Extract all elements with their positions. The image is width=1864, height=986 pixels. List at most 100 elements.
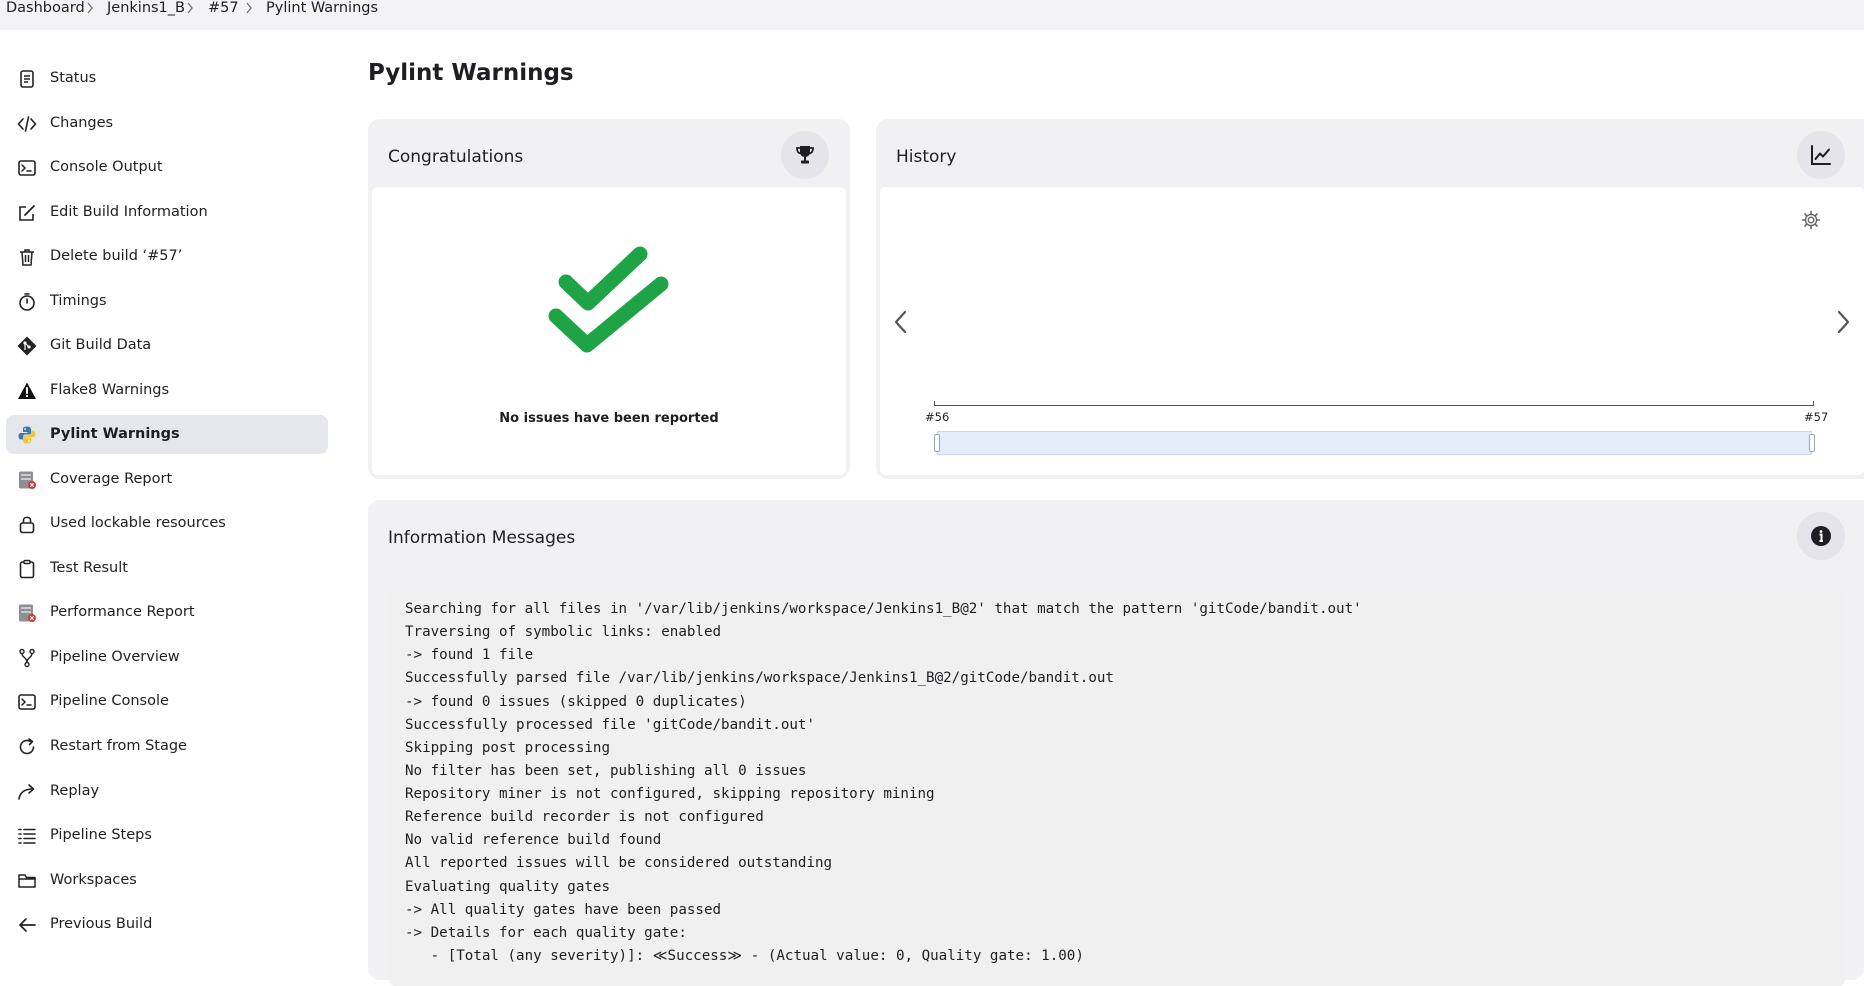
breadcrumb-dashboard[interactable]: Dashboard [6,0,85,17]
sidebar-item-coverage-report[interactable]: Coverage Report [6,460,328,499]
performance-report-icon [17,603,37,623]
timeline-tick-start [934,401,935,406]
sidebar-item-label: Console Output [50,159,163,175]
warning-icon [17,381,37,401]
log-line: -> found 1 file [405,647,534,663]
timeline-tick-end [1813,401,1814,406]
lock-icon [17,514,37,534]
sidebar-item-test-result[interactable]: Test Result [6,549,328,588]
sidebar-item-label: Coverage Report [50,471,173,487]
branch-icon [17,648,37,668]
info-button[interactable] [1797,512,1845,560]
no-issues-message: No issues have been reported [499,411,719,426]
sidebar-item-pipeline-steps[interactable]: Pipeline Steps [6,816,328,855]
sidebar-item-timings[interactable]: Timings [6,282,328,321]
terminal-icon [17,158,37,178]
info-icon [1811,526,1831,546]
sidebar-item-label: Pylint Warnings [50,426,180,442]
arrow-left-icon [17,915,37,935]
information-messages-title: Information Messages [388,528,576,548]
breadcrumb-build[interactable]: #57 [208,0,239,17]
history-title: History [896,147,957,167]
sidebar-item-delete-build[interactable]: Delete build ‘#57’ [6,237,328,276]
chevron-right-icon [245,2,253,14]
log-line: -> All quality gates have been passed [405,902,722,918]
sidebar-item-label: Delete build ‘#57’ [50,248,183,264]
log-line: No valid reference build found [405,832,662,848]
git-icon [17,336,37,356]
sidebar-item-pipeline-overview[interactable]: Pipeline Overview [6,638,328,677]
chevron-left-icon[interactable] [892,309,910,335]
gear-icon[interactable] [1801,210,1821,230]
sidebar-item-previous-build[interactable]: Previous Build [6,905,328,944]
history-chart-area: #56 #57 [880,187,1864,475]
stopwatch-icon [17,292,37,312]
sidebar-item-console-output[interactable]: Console Output [6,148,328,187]
log-line: All reported issues will be considered o… [405,855,833,871]
sidebar-item-label: Restart from Stage [50,738,187,754]
sidebar-item-used-lockable-resources[interactable]: Used lockable resources [6,504,328,543]
sidebar-item-label: Replay [50,783,100,799]
sidebar-item-workspaces[interactable]: Workspaces [6,861,328,900]
sidebar-item-edit-build-information[interactable]: Edit Build Information [6,193,328,232]
sidebar-item-performance-report[interactable]: Performance Report [6,593,328,632]
sidebar-item-label: Workspaces [50,872,137,888]
trophy-button[interactable] [781,131,829,179]
log-line: -> Details for each quality gate: [405,925,687,941]
timeline-axis [934,405,1814,406]
sidebar-item-pipeline-console[interactable]: Pipeline Console [6,682,328,721]
log-line: Repository miner is not configured, skip… [405,786,935,802]
list-icon [17,826,37,846]
breadcrumb-current[interactable]: Pylint Warnings [266,0,378,17]
sidebar-item-replay[interactable]: Replay [6,772,328,811]
clipboard-icon [17,559,37,579]
sidebar-item-label: Git Build Data [50,337,152,353]
range-slider[interactable] [937,431,1812,455]
sidebar-item-label: Status [50,70,97,86]
sidebar-item-label: Performance Report [50,604,195,620]
sidebar-item-changes[interactable]: Changes [6,104,328,143]
sidebar-item-label: Pipeline Steps [50,827,152,843]
log-line: - [Total (any severity)]: ≪Success≫ - (A… [405,948,1084,964]
sidebar-item-label: Edit Build Information [50,204,208,220]
log-line: -> found 0 issues (skipped 0 duplicates) [405,694,747,710]
code-icon [17,114,37,134]
range-handle-start[interactable] [934,434,940,452]
chevron-right-icon [86,2,94,14]
log-line: Skipping post processing [405,740,610,756]
trophy-icon [796,146,814,164]
sidebar-item-git-build-data[interactable]: Git Build Data [6,326,328,365]
information-messages-log: Searching for all files in '/var/lib/jen… [389,586,1845,986]
double-check-icon [548,246,669,353]
sidebar-item-pylint-warnings[interactable]: Pylint Warnings [6,415,328,454]
terminal-icon [17,692,37,712]
folder-icon [17,871,37,891]
chevron-right-icon[interactable] [1834,309,1852,335]
congratulations-card: Congratulations No issues have been repo… [368,119,850,479]
edit-icon [17,203,37,223]
breadcrumb: Dashboard Jenkins1_B #57 Pylint Warnings [0,0,1864,30]
range-handle-end[interactable] [1809,434,1815,452]
history-card: History #56 #57 [876,119,1864,479]
log-line: Traversing of symbolic links: enabled [405,624,722,640]
breadcrumb-job[interactable]: Jenkins1_B [107,0,185,17]
document-icon [17,69,37,89]
sidebar-item-label: Pipeline Console [50,693,169,709]
sidebar-item-label: Previous Build [50,916,153,932]
sidebar-item-label: Flake8 Warnings [50,382,170,398]
range-end-label: #57 [1804,410,1829,424]
sidebar-item-label: Used lockable resources [50,515,226,531]
sidebar-item-flake8-warnings[interactable]: Flake8 Warnings [6,371,328,410]
trend-button[interactable] [1797,131,1845,179]
sidebar-item-restart-from-stage[interactable]: Restart from Stage [6,727,328,766]
congratulations-title: Congratulations [388,147,524,167]
python-icon [17,425,37,445]
log-line: Reference build recorder is not configur… [405,809,764,825]
sidebar-item-status[interactable]: Status [6,59,328,98]
restart-icon [17,737,37,757]
sidebar-item-label: Timings [50,293,107,309]
log-line: Successfully parsed file /var/lib/jenkin… [405,670,1114,686]
line-chart-icon [1811,145,1831,165]
replay-icon [17,782,37,802]
sidebar-item-label: Changes [50,115,114,131]
